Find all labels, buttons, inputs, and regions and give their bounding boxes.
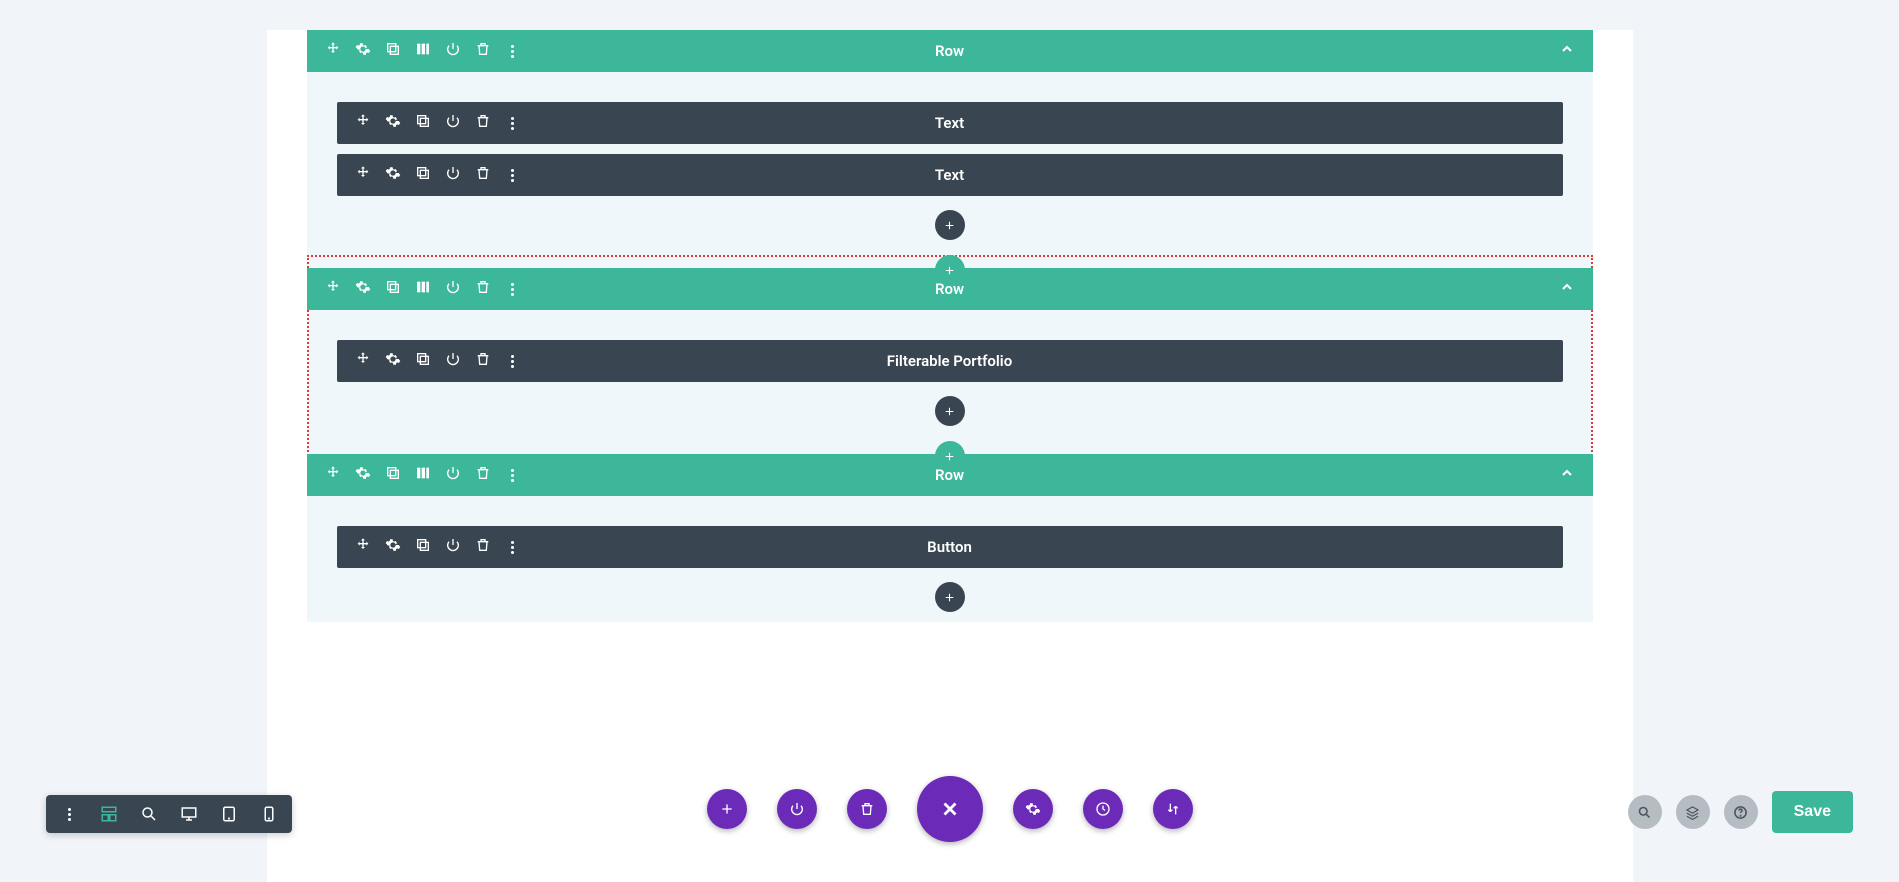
duplicate-icon[interactable] (415, 113, 431, 133)
menu-icon[interactable] (60, 805, 78, 823)
columns-icon[interactable] (415, 279, 431, 299)
gear-icon[interactable] (385, 113, 401, 133)
module-title: Filterable Portfolio (887, 352, 1012, 370)
move-icon[interactable] (325, 465, 341, 485)
duplicate-icon[interactable] (415, 537, 431, 557)
save-button[interactable]: Save (1772, 791, 1853, 833)
phone-view-icon[interactable] (260, 805, 278, 823)
trash-icon[interactable] (475, 165, 491, 185)
trash-icon[interactable] (475, 465, 491, 485)
zoom-icon[interactable] (140, 805, 158, 823)
row-toolbar (325, 41, 521, 61)
page-canvas: Row Text (267, 30, 1633, 882)
power-icon[interactable] (445, 465, 461, 485)
history-button[interactable] (1083, 789, 1123, 829)
move-icon[interactable] (355, 537, 371, 557)
view-mode-bar (46, 795, 292, 833)
duplicate-icon[interactable] (415, 351, 431, 371)
gear-icon[interactable] (355, 279, 371, 299)
disable-button[interactable] (777, 789, 817, 829)
add-module-button[interactable] (935, 396, 965, 426)
row-toolbar (325, 465, 521, 485)
more-icon[interactable] (505, 539, 521, 555)
row-title: Row (935, 42, 964, 60)
add-section-button[interactable] (707, 789, 747, 829)
gear-icon[interactable] (385, 351, 401, 371)
module-toolbar (355, 113, 521, 133)
duplicate-icon[interactable] (385, 465, 401, 485)
chevron-up-icon[interactable] (1559, 279, 1575, 299)
tablet-view-icon[interactable] (220, 805, 238, 823)
more-icon[interactable] (505, 43, 521, 59)
move-icon[interactable] (355, 113, 371, 133)
row-section-selected: Row Filterable Portfolio (307, 255, 1593, 456)
add-module-button[interactable] (935, 582, 965, 612)
row-section: Row Text (307, 30, 1593, 270)
power-icon[interactable] (445, 113, 461, 133)
chevron-up-icon[interactable] (1559, 465, 1575, 485)
power-icon[interactable] (445, 41, 461, 61)
modules-container: Filterable Portfolio (307, 310, 1593, 426)
module-filterable-portfolio[interactable]: Filterable Portfolio (337, 340, 1563, 382)
more-icon[interactable] (505, 353, 521, 369)
move-icon[interactable] (325, 41, 341, 61)
page-settings-button[interactable] (1013, 789, 1053, 829)
more-icon[interactable] (505, 467, 521, 483)
move-icon[interactable] (355, 351, 371, 371)
close-editor-button[interactable] (917, 776, 983, 842)
gear-icon[interactable] (385, 537, 401, 557)
page-actions-bar (707, 776, 1193, 842)
row-toolbar (325, 279, 521, 299)
trash-icon[interactable] (475, 351, 491, 371)
module-toolbar (355, 537, 521, 557)
gear-icon[interactable] (355, 465, 371, 485)
layers-button[interactable] (1676, 795, 1710, 829)
desktop-view-icon[interactable] (180, 805, 198, 823)
more-icon[interactable] (505, 167, 521, 183)
module-text[interactable]: Text (337, 154, 1563, 196)
more-icon[interactable] (505, 281, 521, 297)
module-title: Button (927, 538, 972, 556)
module-text[interactable]: Text (337, 102, 1563, 144)
gear-icon[interactable] (355, 41, 371, 61)
move-icon[interactable] (325, 279, 341, 299)
columns-icon[interactable] (415, 41, 431, 61)
duplicate-icon[interactable] (415, 165, 431, 185)
add-row-button[interactable] (935, 441, 965, 471)
clear-button[interactable] (847, 789, 887, 829)
power-icon[interactable] (445, 279, 461, 299)
module-toolbar (355, 351, 521, 371)
help-button[interactable] (1724, 795, 1758, 829)
power-icon[interactable] (445, 165, 461, 185)
trash-icon[interactable] (475, 279, 491, 299)
modules-container: Button (307, 496, 1593, 612)
trash-icon[interactable] (475, 537, 491, 557)
gear-icon[interactable] (385, 165, 401, 185)
move-icon[interactable] (355, 165, 371, 185)
wireframe-view-icon[interactable] (100, 805, 118, 823)
columns-icon[interactable] (415, 465, 431, 485)
modules-container: Text Text (307, 72, 1593, 240)
add-module-button[interactable] (935, 210, 965, 240)
module-toolbar (355, 165, 521, 185)
bottom-right-bar: Save (1628, 791, 1853, 833)
module-title: Text (935, 166, 964, 184)
module-button[interactable]: Button (337, 526, 1563, 568)
duplicate-icon[interactable] (385, 279, 401, 299)
module-title: Text (935, 114, 964, 132)
sections-container: Row Text (307, 30, 1593, 622)
search-button[interactable] (1628, 795, 1662, 829)
chevron-up-icon[interactable] (1559, 41, 1575, 61)
row-header[interactable]: Row (307, 30, 1593, 72)
power-icon[interactable] (445, 351, 461, 371)
duplicate-icon[interactable] (385, 41, 401, 61)
portability-button[interactable] (1153, 789, 1193, 829)
trash-icon[interactable] (475, 41, 491, 61)
power-icon[interactable] (445, 537, 461, 557)
more-icon[interactable] (505, 115, 521, 131)
add-row-button[interactable] (935, 255, 965, 285)
trash-icon[interactable] (475, 113, 491, 133)
